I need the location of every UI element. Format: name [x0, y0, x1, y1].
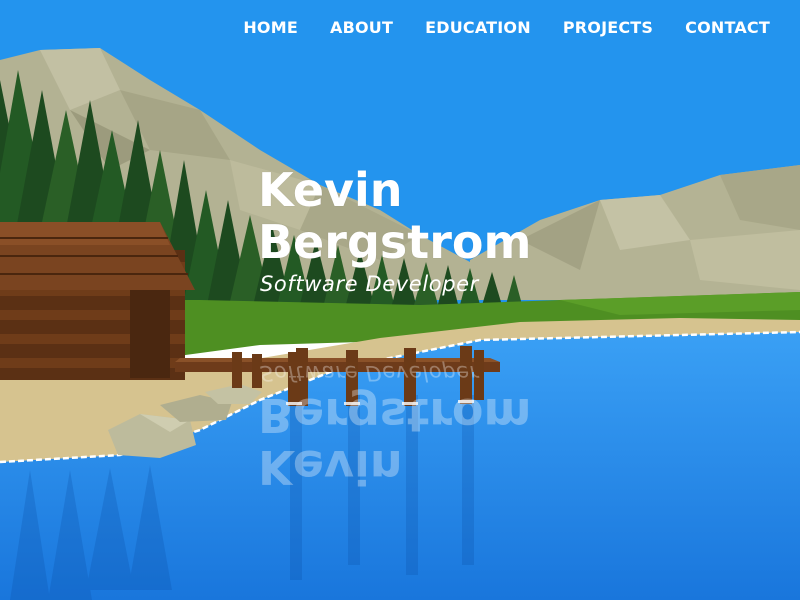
nav-home-link[interactable]: HOME	[243, 18, 298, 37]
nav-about-link[interactable]: ABOUT	[330, 18, 393, 37]
hero-name: Kevin Bergstrom	[258, 164, 531, 268]
hero-subtitle: Software Developer	[260, 272, 479, 296]
hero-last-name: Bergstrom	[258, 215, 532, 269]
nav-projects-link[interactable]: PROJECTS	[563, 18, 653, 37]
hero-heading: Kevin Bergstrom Software Developer	[258, 164, 531, 296]
hero-first-name: Kevin	[258, 163, 403, 217]
main-nav: HOME ABOUT EDUCATION PROJECTS CONTACT	[211, 0, 800, 54]
nav-contact-link[interactable]: CONTACT	[685, 18, 770, 37]
cabin-icon	[0, 222, 195, 380]
hero-landscape-background	[0, 0, 800, 600]
nav-education-link[interactable]: EDUCATION	[425, 18, 531, 37]
